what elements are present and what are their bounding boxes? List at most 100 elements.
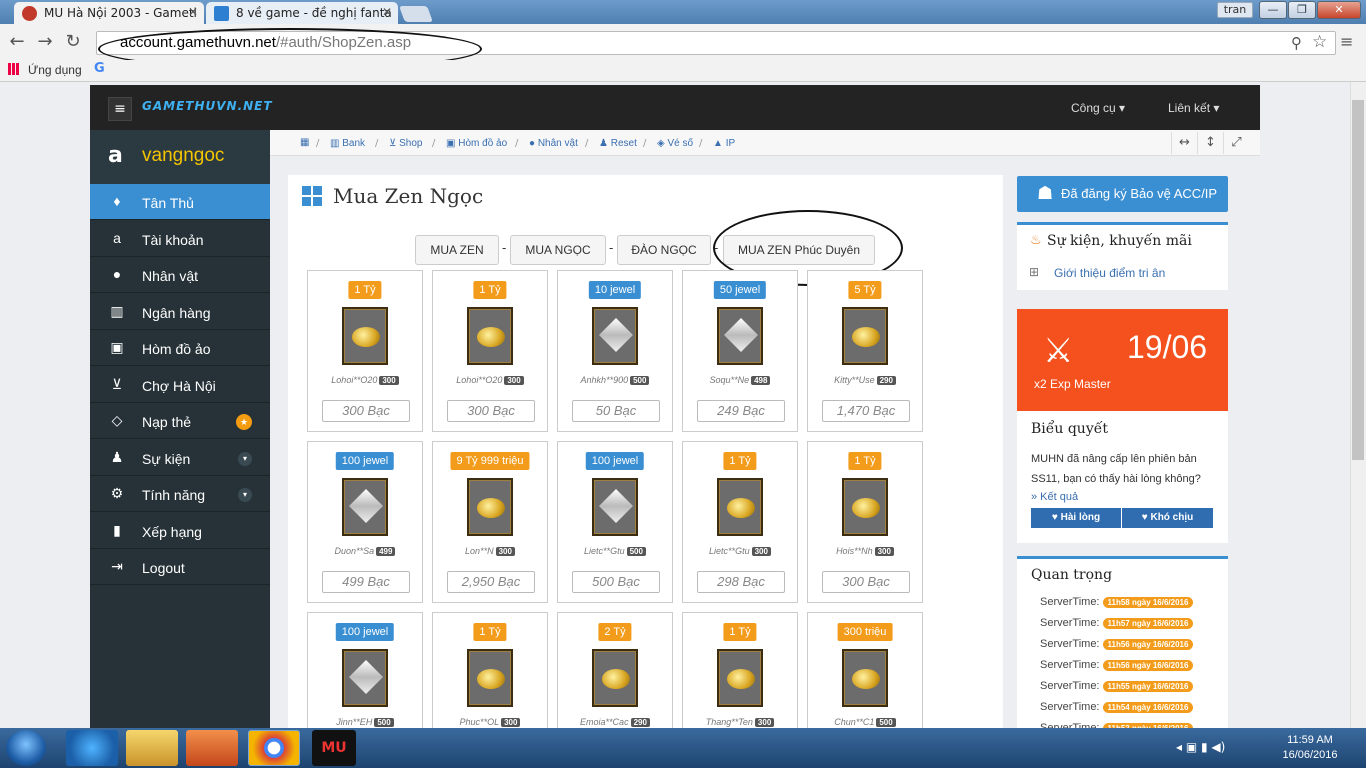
poll-result-link[interactable]: » Kết quả (1031, 491, 1078, 503)
chevron-down-icon[interactable]: ▾ (238, 488, 252, 502)
item-card[interactable]: 1 Tỷ Thang**Ten 300 (682, 612, 798, 740)
profile-button[interactable]: tran (1217, 2, 1253, 18)
sidebar-item-tính-năng[interactable]: ⚙ Tính năng ▾ (90, 476, 270, 512)
sidebar-item-hòm-đồ-ảo[interactable]: ▣ Hòm đồ ảo (90, 330, 270, 366)
item-card[interactable]: 100 jewel Duon**Sa 499 499 Bạc (307, 441, 423, 603)
vote-yes-button[interactable]: ♥ Hài lòng (1031, 508, 1121, 528)
tab-8-ve-game[interactable]: 8 về game - đề nghị fanta ✕ (206, 2, 398, 24)
chevron-down-icon[interactable]: ▾ (238, 451, 252, 466)
sidebar-item-logout[interactable]: ⇥ Logout (90, 549, 270, 585)
forward-icon[interactable]: → (34, 31, 56, 52)
price-button[interactable]: 298 Bạc (697, 571, 785, 593)
apps-label[interactable]: Ứng dụng (28, 63, 82, 77)
amount-badge: 300 triệu (837, 623, 893, 641)
item-card[interactable]: 1 Tỷ Lohoi**O20 300 300 Bạc (432, 270, 548, 432)
protect-account-button[interactable]: ☗ Đã đăng ký Bảo vệ ACC/IP (1017, 176, 1228, 212)
scrollbar-thumb[interactable] (1352, 100, 1364, 460)
tab-mua-zen[interactable]: MUA ZEN (415, 235, 499, 265)
fullscreen-icon[interactable]: ⤢ (1223, 132, 1249, 154)
item-card[interactable]: 9 Tỷ 999 triệu Lon**N 300 2,950 Bạc (432, 441, 548, 603)
close-tab-icon[interactable]: ✕ (382, 5, 392, 19)
price-button[interactable]: 50 Bạc (572, 400, 660, 422)
item-image (592, 478, 638, 536)
breadcrumb-hòm-đồ-ảo[interactable]: ▣ Hòm đồ ảo (446, 138, 507, 149)
sidebar-item-tài-khoản[interactable]: a Tài khoản (90, 221, 270, 257)
breadcrumb-ip[interactable]: ▲ IP (713, 138, 735, 149)
vote-no-button[interactable]: ♥ Khó chịu (1122, 508, 1213, 528)
file-explorer-icon[interactable] (126, 730, 178, 766)
breadcrumb-bank[interactable]: ▥ Bank (330, 138, 365, 149)
maximize-button[interactable]: ❐ (1288, 1, 1316, 19)
tab-mua-ngoc[interactable]: MUA NGỌC (510, 235, 606, 265)
bookmark-star-icon[interactable]: ☆ (1312, 32, 1327, 52)
events-link[interactable]: Giới thiệu điểm tri ân (1054, 266, 1165, 280)
hamburger-icon[interactable]: ≡ (108, 97, 132, 121)
sidebar-item-label: Hòm đồ ảo (142, 341, 211, 357)
item-card[interactable]: 1 Tỷ Lohoi**O20 300 300 Bạc (307, 270, 423, 432)
tab-mu-hanoi[interactable]: MU Hà Nội 2003 - Gametl ✕ (14, 2, 204, 24)
zen-coins-icon (727, 669, 755, 689)
breadcrumb-reset[interactable]: ♟ Reset (599, 138, 637, 149)
item-card[interactable]: 1 Tỷ Phuc**OL 300 (432, 612, 548, 740)
back-icon[interactable]: ← (6, 31, 28, 52)
price-button[interactable]: 249 Bạc (697, 400, 785, 422)
start-button[interactable] (6, 730, 46, 766)
item-card[interactable]: 10 jewel Anhkh**900 500 50 Bạc (557, 270, 673, 432)
sidebar-item-nhân-vật[interactable]: ● Nhân vật (90, 257, 270, 293)
sidebar-item-chợ-hà-nội[interactable]: ⊻ Chợ Hà Nội (90, 367, 270, 403)
expand-horizontal-icon[interactable]: ↔ (1171, 132, 1197, 154)
breadcrumb-vé-số[interactable]: ◈ Vé số (657, 138, 693, 149)
item-card[interactable]: 50 jewel Soqu**Ne 498 249 Bạc (682, 270, 798, 432)
zen-coins-icon (477, 498, 505, 518)
tray-icons[interactable]: ◂ ▣ ▮ ◀) (1176, 740, 1225, 754)
site-logo[interactable]: GAMETHUVN.NET (142, 99, 273, 113)
seller-info: Emoia**Cac 290 (558, 717, 672, 727)
new-tab-button[interactable] (399, 6, 433, 22)
item-card[interactable]: 300 triệu Chun**C1 500 (807, 612, 923, 740)
minimize-button[interactable]: — (1259, 1, 1287, 19)
item-card[interactable]: 1 Tỷ Lietc**Gtu 300 298 Bạc (682, 441, 798, 603)
sidebar-item-label: Xếp hạng (142, 523, 202, 540)
menu-icon[interactable]: ≡ (1340, 32, 1353, 51)
price-button[interactable]: 300 Bạc (322, 400, 410, 422)
promo-banner[interactable]: ⚔ 19/06 x2 Exp Master (1017, 309, 1228, 411)
sidebar-item-label: Ngân hàng (142, 304, 211, 321)
apps-icon[interactable] (8, 63, 20, 75)
item-card[interactable]: 5 Tỷ Kitty**Use 290 1,470 Bạc (807, 270, 923, 432)
price-button[interactable]: 2,950 Bạc (447, 571, 535, 593)
menu-lien-ket[interactable]: Liên kết ▾ (1168, 101, 1219, 115)
sidebar-item-ngân-hàng[interactable]: ▥ Ngân hàng (90, 294, 270, 330)
breadcrumb-shop[interactable]: ⊻ Shop (389, 138, 422, 149)
item-card[interactable]: 1 Tỷ Hois**Nh 300 300 Bạc (807, 441, 923, 603)
price-button[interactable]: 500 Bạc (572, 571, 660, 593)
price-button[interactable]: 300 Bạc (822, 571, 910, 593)
reload-icon[interactable]: ↻ (62, 31, 84, 52)
sidebar-item-sự-kiện[interactable]: ♟ Sự kiện ▾ (90, 440, 270, 476)
seller-name: Lohoi**O20 (331, 375, 378, 385)
item-card[interactable]: 100 jewel Lietc**Gtu 500 500 Bạc (557, 441, 673, 603)
menu-cong-cu[interactable]: Công cụ ▾ (1071, 101, 1125, 115)
google-icon[interactable]: G (94, 61, 105, 76)
sidebar-item-tân-thủ[interactable]: ♦ Tân Thủ (90, 184, 270, 220)
item-card[interactable]: 100 jewel Jinn**EH 500 (307, 612, 423, 740)
price-button[interactable]: 499 Bạc (322, 571, 410, 593)
amount-badge: 100 jewel (335, 452, 395, 470)
price-button[interactable]: 1,470 Bạc (822, 400, 910, 422)
close-window-button[interactable]: ✕ (1317, 1, 1361, 19)
sidebar-item-xếp-hạng[interactable]: ▮ Xếp hạng (90, 513, 270, 549)
clock[interactable]: 11:59 AM 16/06/2016 (1270, 733, 1350, 763)
mu-game-icon[interactable]: MU (312, 730, 356, 766)
internet-explorer-icon[interactable] (66, 730, 118, 766)
price-button[interactable]: 300 Bạc (447, 400, 535, 422)
expand-vertical-icon[interactable]: ↕ (1197, 132, 1223, 154)
chrome-icon[interactable] (248, 730, 300, 766)
close-tab-icon[interactable]: ✕ (188, 5, 198, 19)
media-player-icon[interactable] (186, 730, 238, 766)
zoom-icon[interactable]: ⚲ (1291, 34, 1302, 52)
sidebar-item-nạp-thẻ[interactable]: ◇ Nạp thẻ ★ (90, 403, 270, 439)
item-image (717, 478, 763, 536)
tab-dao-ngoc[interactable]: ĐÀO NGỌC (617, 235, 711, 265)
breadcrumb-nhân-vật[interactable]: ● Nhân vật (529, 138, 578, 149)
calendar-icon[interactable]: ▦ (300, 137, 309, 148)
item-card[interactable]: 2 Tỷ Emoia**Cac 290 (557, 612, 673, 740)
